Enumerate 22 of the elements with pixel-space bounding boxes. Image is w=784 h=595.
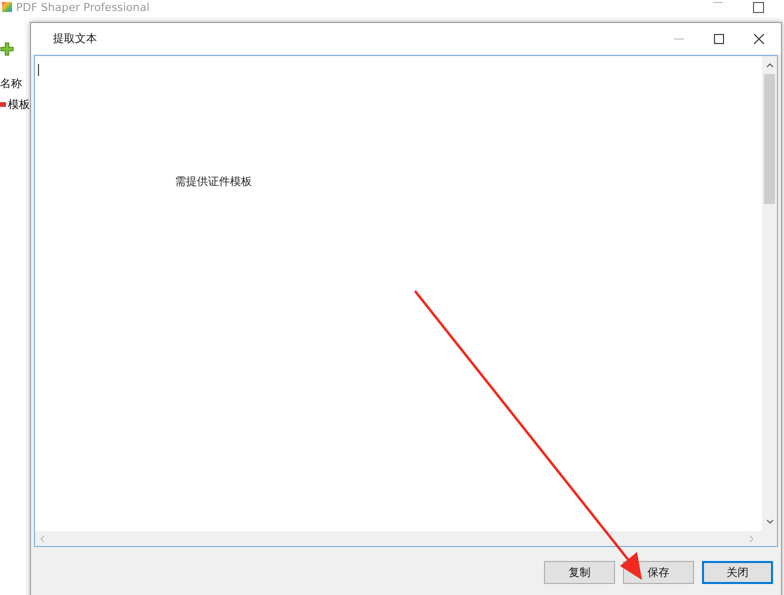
- text-cursor: [38, 64, 39, 76]
- horizontal-scrollbar[interactable]: [35, 531, 777, 546]
- maximize-icon[interactable]: [753, 2, 764, 12]
- dialog-title: 提取文本: [53, 31, 97, 46]
- column-header: 名称: [0, 76, 23, 91]
- window-title: PDF Shaper Professional: [16, 0, 150, 14]
- dialog-button[interactable]: 复制: [544, 561, 615, 584]
- scrollbar-thumb[interactable]: [764, 74, 775, 204]
- document-icon: [0, 101, 6, 108]
- scroll-right-icon[interactable]: [749, 534, 755, 542]
- extracted-text: 需提供证件模板: [175, 174, 252, 189]
- list-item[interactable]: 模板: [8, 97, 30, 112]
- scroll-down-icon[interactable]: [766, 519, 774, 525]
- dialog-button[interactable]: 关闭: [702, 561, 773, 584]
- close-icon[interactable]: [753, 32, 765, 44]
- text-area[interactable]: 需提供证件模板: [34, 55, 778, 547]
- app-icon: [2, 2, 12, 12]
- vertical-scrollbar[interactable]: [762, 56, 777, 531]
- maximize-icon[interactable]: [713, 32, 725, 44]
- add-icon[interactable]: [0, 42, 14, 56]
- scroll-up-icon[interactable]: [766, 62, 774, 68]
- scroll-left-icon[interactable]: [39, 534, 45, 542]
